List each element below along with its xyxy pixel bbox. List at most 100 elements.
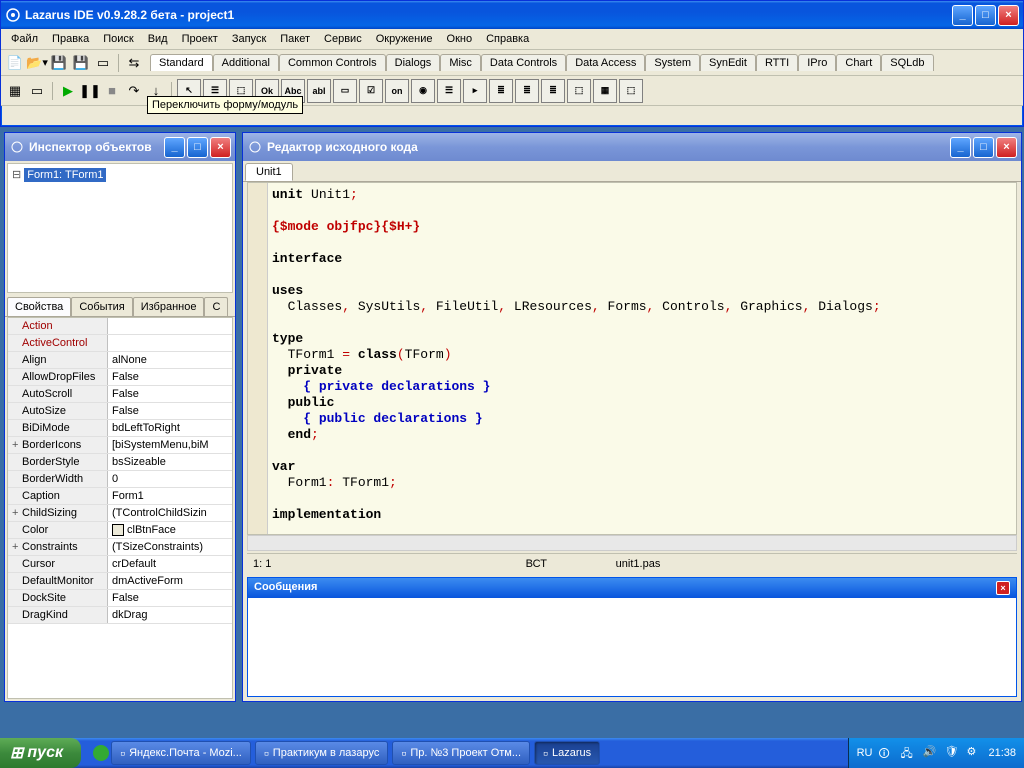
prop-tab-Избранное[interactable]: Избранное (133, 297, 205, 316)
palette-tab-RTTI[interactable]: RTTI (756, 54, 798, 71)
component-13[interactable]: ≣ (515, 79, 539, 103)
save-all-icon[interactable]: 💾 (71, 53, 91, 73)
taskbar-item[interactable]: ▫Яндекс.Почта - Mozi... (111, 741, 251, 765)
property-row[interactable]: Action (8, 318, 232, 335)
palette-tab-Common Controls[interactable]: Common Controls (279, 54, 386, 71)
palette-tab-Dialogs[interactable]: Dialogs (386, 54, 441, 71)
menu-Сервис[interactable]: Сервис (318, 31, 368, 47)
pause-icon[interactable]: ❚❚ (80, 81, 100, 101)
horizontal-scrollbar[interactable] (247, 535, 1017, 551)
property-row[interactable]: AllowDropFilesFalse (8, 369, 232, 386)
close-button[interactable]: × (210, 137, 231, 158)
palette-tab-Misc[interactable]: Misc (440, 54, 481, 71)
property-row[interactable]: ActiveControl (8, 335, 232, 352)
property-row[interactable]: DockSiteFalse (8, 590, 232, 607)
network-icon[interactable]: 🖧 (900, 745, 916, 761)
tray-icon[interactable]: 🛈 (878, 745, 894, 761)
property-row[interactable]: CaptionForm1 (8, 488, 232, 505)
menu-Пакет[interactable]: Пакет (274, 31, 316, 47)
palette-tab-Additional[interactable]: Additional (213, 54, 279, 71)
property-row[interactable]: BorderWidth0 (8, 471, 232, 488)
ide-titlebar[interactable]: Lazarus IDE v0.9.28.2 бета - project1 _ … (1, 1, 1023, 29)
menu-Справка[interactable]: Справка (480, 31, 535, 47)
menu-Вид[interactable]: Вид (142, 31, 174, 47)
taskbar-item[interactable]: ▫Пр. №3 Проект Отм... (392, 741, 530, 765)
property-row[interactable]: CursorcrDefault (8, 556, 232, 573)
palette-tab-IPro[interactable]: IPro (798, 54, 836, 71)
minimize-button[interactable]: _ (950, 137, 971, 158)
property-row[interactable]: AutoSizeFalse (8, 403, 232, 420)
component-11[interactable]: ▸ (463, 79, 487, 103)
component-9[interactable]: ◉ (411, 79, 435, 103)
component-12[interactable]: ≣ (489, 79, 513, 103)
menu-Окружение[interactable]: Окружение (370, 31, 439, 47)
property-row[interactable]: DragKinddkDrag (8, 607, 232, 624)
component-7[interactable]: ☑ (359, 79, 383, 103)
component-16[interactable]: ▦ (593, 79, 617, 103)
taskbar-item[interactable]: ▫Lazarus (534, 741, 600, 765)
file-tab-unit1[interactable]: Unit1 (245, 163, 293, 181)
maximize-button[interactable]: □ (975, 5, 996, 26)
property-row[interactable]: BiDiModebdLeftToRight (8, 420, 232, 437)
code-editor[interactable]: unit Unit1; {$mode objfpc}{$H+} interfac… (247, 182, 1017, 535)
forms-icon[interactable]: ▭ (27, 81, 47, 101)
menu-Окно[interactable]: Окно (441, 31, 479, 47)
run-icon[interactable]: ▶ (58, 81, 78, 101)
tray-icon[interactable]: ⚙ (966, 745, 982, 761)
component-8[interactable]: on (385, 79, 409, 103)
utorrent-icon[interactable] (93, 745, 109, 761)
minimize-button[interactable]: _ (952, 5, 973, 26)
property-row[interactable]: BorderStylebsSizeable (8, 454, 232, 471)
new-unit-icon[interactable]: 📄 (5, 53, 25, 73)
component-5[interactable]: abI (307, 79, 331, 103)
start-button[interactable]: ⊞пуск (0, 738, 81, 768)
menu-Файл[interactable]: Файл (5, 31, 44, 47)
component-10[interactable]: ☰ (437, 79, 461, 103)
component-6[interactable]: ▭ (333, 79, 357, 103)
tree-selected-item[interactable]: Form1: TForm1 (24, 168, 106, 182)
palette-tab-Data Controls[interactable]: Data Controls (481, 54, 566, 71)
taskbar-item[interactable]: ▫Практикум в лазарус (255, 741, 389, 765)
property-row[interactable]: AlignalNone (8, 352, 232, 369)
prop-tab-Свойства[interactable]: Свойства (7, 297, 71, 316)
close-button[interactable]: × (998, 5, 1019, 26)
menu-Поиск[interactable]: Поиск (97, 31, 139, 47)
property-grid[interactable]: ActionActiveControlAlignalNoneAllowDropF… (7, 317, 233, 699)
inspector-titlebar[interactable]: Инспектор объектов _ □ × (5, 133, 235, 161)
palette-tab-SQLdb[interactable]: SQLdb (881, 54, 933, 71)
property-row[interactable]: DefaultMonitordmActiveForm (8, 573, 232, 590)
maximize-button[interactable]: □ (973, 137, 994, 158)
component-14[interactable]: ≣ (541, 79, 565, 103)
save-icon[interactable]: 💾 (49, 53, 69, 73)
palette-tab-Standard[interactable]: Standard (150, 54, 213, 71)
prop-tab-С[interactable]: С (204, 297, 228, 316)
palette-tab-System[interactable]: System (645, 54, 700, 71)
property-row[interactable]: +ChildSizing(TControlChildSizin (8, 505, 232, 522)
messages-close-button[interactable]: × (996, 581, 1010, 595)
stop-icon[interactable]: ■ (102, 81, 122, 101)
shield-icon[interactable]: 🛡 (944, 745, 960, 761)
component-17[interactable]: ⬚ (619, 79, 643, 103)
palette-tab-Data Access[interactable]: Data Access (566, 54, 645, 71)
property-row[interactable]: ColorclBtnFace (8, 522, 232, 539)
open-icon[interactable]: 📂▾ (27, 53, 47, 73)
step-over-icon[interactable]: ↷ (124, 81, 144, 101)
volume-icon[interactable]: 🔊 (922, 745, 938, 761)
minimize-button[interactable]: _ (164, 137, 185, 158)
language-indicator[interactable]: RU (857, 747, 873, 759)
menu-Правка[interactable]: Правка (46, 31, 95, 47)
units-icon[interactable]: ▦ (5, 81, 25, 101)
toggle-form-unit-icon[interactable]: ⇆ (124, 53, 144, 73)
editor-titlebar[interactable]: Редактор исходного кода _ □ × (243, 133, 1021, 161)
menu-Проект[interactable]: Проект (176, 31, 224, 47)
maximize-button[interactable]: □ (187, 137, 208, 158)
property-row[interactable]: AutoScrollFalse (8, 386, 232, 403)
property-row[interactable]: +Constraints(TSizeConstraints) (8, 539, 232, 556)
messages-body[interactable] (248, 598, 1016, 696)
new-form-icon[interactable]: ▭ (93, 53, 113, 73)
prop-tab-События[interactable]: События (71, 297, 132, 316)
component-15[interactable]: ⬚ (567, 79, 591, 103)
palette-tab-Chart[interactable]: Chart (836, 54, 881, 71)
menu-Запуск[interactable]: Запуск (226, 31, 272, 47)
clock[interactable]: 21:38 (988, 747, 1016, 759)
